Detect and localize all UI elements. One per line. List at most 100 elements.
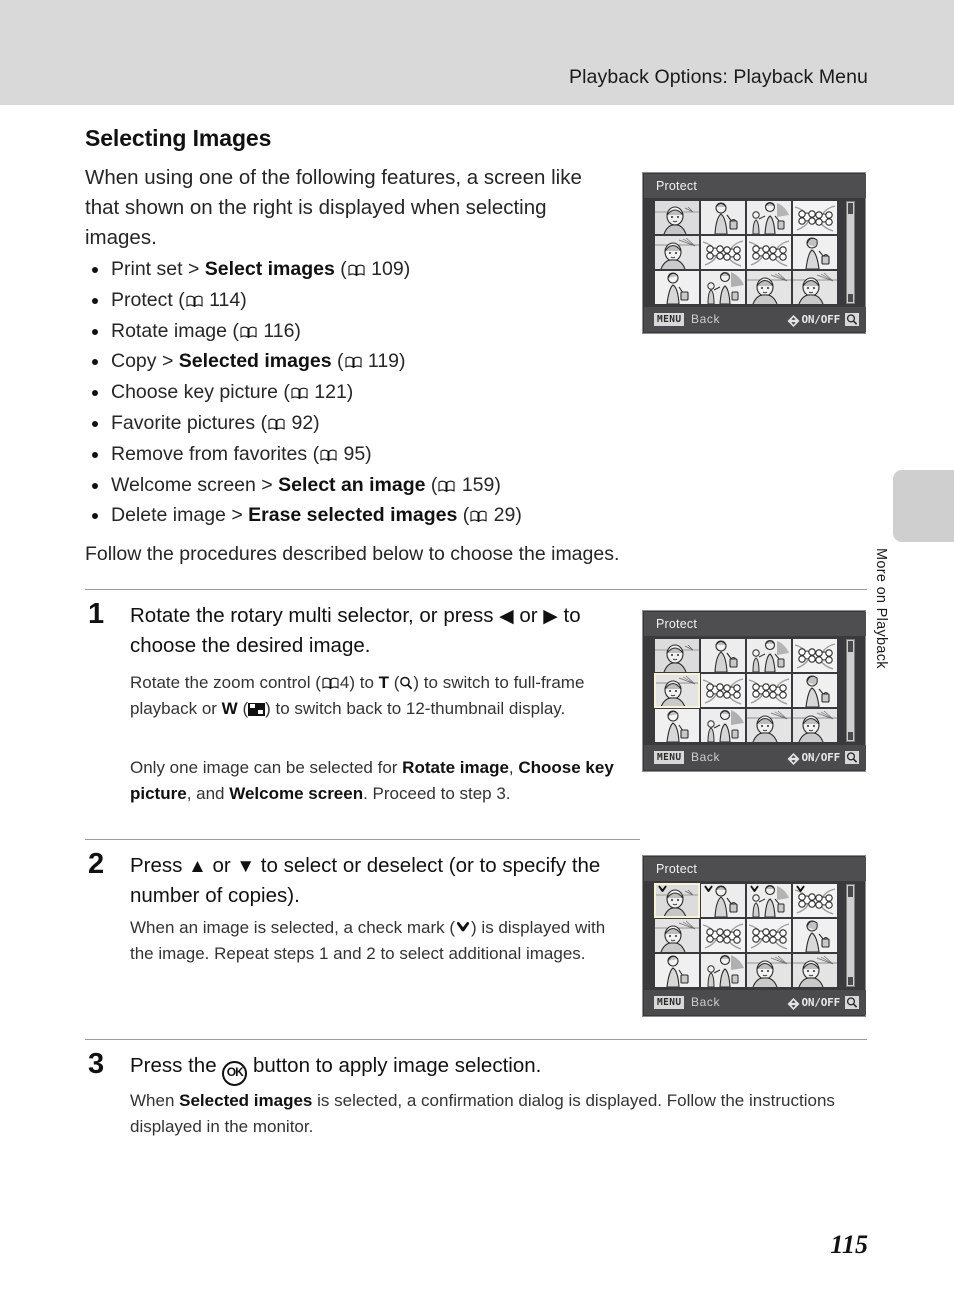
- up-down-arrow-icon: [787, 314, 800, 327]
- zoom-tele-label: T: [378, 673, 390, 692]
- lcd-scrollbar[interactable]: [846, 884, 855, 987]
- thumbnail-cell[interactable]: [701, 919, 745, 952]
- manual-ref: ( 109): [340, 258, 411, 280]
- menu-button-icon[interactable]: MENU: [654, 996, 685, 1009]
- magnifier-icon[interactable]: [845, 996, 859, 1009]
- thumbnail-cell[interactable]: [701, 884, 745, 917]
- thumbnail-cell[interactable]: [655, 954, 699, 987]
- thumbnail-cell[interactable]: [747, 201, 791, 234]
- lcd-scrollbar[interactable]: [846, 639, 855, 742]
- up-down-arrow-icon: [787, 752, 800, 765]
- step-3-body: When Selected images is selected, a conf…: [130, 1088, 842, 1139]
- scrollbar-end-marker: [848, 294, 853, 302]
- feature-list-item: Protect ( 114): [85, 285, 625, 316]
- back-label[interactable]: Back: [691, 750, 720, 764]
- scrollbar-end-marker: [848, 732, 853, 740]
- feature-bold-label: Erase selected images: [248, 504, 458, 527]
- check-mark-icon: [703, 885, 714, 895]
- thumbnail-cell[interactable]: [793, 201, 837, 234]
- right-arrow-icon: ▶: [543, 605, 558, 626]
- check-mark-icon: [657, 885, 668, 895]
- lcd-scrollbar[interactable]: [846, 201, 855, 304]
- feature-list-item: Welcome screen > Select an image ( 159): [85, 470, 625, 501]
- magnifier-icon[interactable]: [845, 313, 859, 326]
- thumbnail-cell[interactable]: [654, 883, 700, 918]
- lcd-bottom-bar: MENU Back ON/OFF: [644, 307, 866, 332]
- magnifier-icon[interactable]: [845, 751, 859, 764]
- thumbnail-cell[interactable]: [655, 236, 699, 269]
- scrollbar-thumb[interactable]: [848, 886, 853, 897]
- zoom-wide-label: W: [221, 698, 238, 718]
- scrollbar-thumb[interactable]: [848, 203, 853, 214]
- thumbnail-cell[interactable]: [793, 639, 837, 672]
- thumbnail-cell[interactable]: [655, 201, 699, 234]
- lcd-bottom-bar: MENU Back ON/OFF: [644, 745, 866, 770]
- feature-label: Copy >: [111, 350, 179, 373]
- s3-bold: Selected images: [179, 1091, 313, 1110]
- thumbnail-cell[interactable]: [654, 673, 700, 708]
- thumbnail-cell[interactable]: [701, 709, 745, 742]
- menu-button-icon[interactable]: MENU: [654, 313, 685, 326]
- thumbnail-cell[interactable]: [655, 919, 699, 952]
- s1p2-b3: Welcome screen: [229, 783, 364, 803]
- manual-book-icon: [438, 480, 455, 493]
- feature-label: Remove from favorites: [111, 442, 313, 465]
- thumbnail-cell[interactable]: [655, 271, 699, 304]
- thumbnail-cell[interactable]: [747, 674, 791, 707]
- thumbnail-cell[interactable]: [747, 919, 791, 952]
- manual-book-icon: [470, 510, 487, 523]
- manual-ref: ( 116): [232, 319, 301, 342]
- menu-button-icon[interactable]: MENU: [654, 751, 685, 764]
- feature-label: Protect: [111, 288, 179, 311]
- manual-ref: ( 29): [462, 504, 522, 527]
- scrollbar-thumb[interactable]: [848, 641, 853, 652]
- feature-label: Welcome screen >: [111, 473, 279, 496]
- thumbnail-grid[interactable]: [654, 883, 837, 987]
- thumbnail-cell[interactable]: [701, 271, 745, 304]
- thumbnail-cell[interactable]: [701, 639, 745, 672]
- s3-a: When: [130, 1091, 180, 1110]
- thumbnail-cell[interactable]: [793, 709, 837, 742]
- left-arrow-icon: ◀: [499, 605, 514, 626]
- s2-a: When an image is selected, a check mark …: [130, 918, 456, 937]
- step-2-heading-part-b: or: [206, 854, 237, 877]
- on-off-label: ON/OFF: [801, 751, 840, 764]
- thumbnail-cell[interactable]: [793, 919, 837, 952]
- thumbnail-cell[interactable]: [701, 674, 745, 707]
- scrollbar-end-marker: [848, 977, 853, 985]
- thumbnail-cell[interactable]: [747, 639, 791, 672]
- step-2-number: 2: [88, 848, 105, 880]
- back-label[interactable]: Back: [691, 995, 720, 1009]
- thumbnail-cell[interactable]: [655, 639, 699, 672]
- thumbnail-cell[interactable]: [655, 709, 699, 742]
- thumbnail-cell[interactable]: [747, 954, 791, 987]
- thumbnail-grid[interactable]: [655, 201, 837, 304]
- thumbnail-cell[interactable]: [747, 271, 791, 304]
- manual-ref: ( 119): [337, 350, 406, 373]
- thumbnail-cell[interactable]: [793, 674, 837, 707]
- feature-list: Print set > Select images ( 109) Protect …: [85, 254, 625, 531]
- back-label[interactable]: Back: [691, 312, 720, 326]
- thumbnail-cell[interactable]: [793, 271, 837, 304]
- thumbnail-cell[interactable]: [747, 709, 791, 742]
- step-3-heading: Press the OK button to apply image selec…: [130, 1051, 830, 1086]
- follow-procedures-text: Follow the procedures described below to…: [85, 543, 620, 565]
- thumbnail-cell[interactable]: [701, 954, 745, 987]
- thumbnail-grid[interactable]: [654, 639, 837, 742]
- thumbnail-cell[interactable]: [793, 236, 837, 269]
- step-3-heading-part-b: button to apply image selection.: [247, 1054, 542, 1077]
- s1p2-a: Only one image can be selected for: [130, 758, 403, 777]
- thumbnail-cell[interactable]: [747, 236, 791, 269]
- camera-screen-figure-3: Protect MENU Back ON/OFF: [642, 855, 866, 1017]
- feature-label: Choose key picture: [111, 381, 284, 404]
- thumbnail-cell[interactable]: [747, 884, 791, 917]
- thumbnail-grid-icon: [248, 702, 266, 716]
- on-off-label: ON/OFF: [801, 313, 840, 326]
- thumbnail-cell[interactable]: [793, 954, 837, 987]
- thumbnail-cell[interactable]: [793, 884, 837, 917]
- manual-ref: ( 95): [312, 442, 372, 465]
- manual-book-icon: [186, 295, 203, 308]
- thumbnail-cell[interactable]: [701, 236, 745, 269]
- thumbnail-cell[interactable]: [701, 201, 745, 234]
- manual-book-icon: [240, 326, 257, 339]
